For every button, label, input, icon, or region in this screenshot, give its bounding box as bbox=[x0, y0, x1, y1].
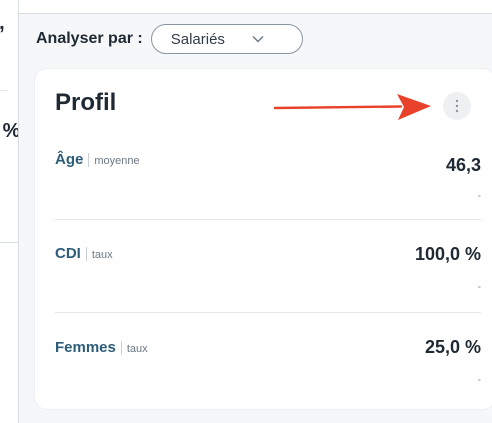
screen: 6, 0 % Analyser par : Salariés Profil bbox=[0, 0, 492, 423]
profile-card: Profil Âge moyenne 46,3 - CDI taux 100,0… bbox=[35, 69, 492, 409]
metric-qualifier: taux bbox=[91, 249, 113, 261]
background-card-value: 6, bbox=[0, 12, 5, 35]
analyse-by-select[interactable]: Salariés bbox=[150, 24, 303, 54]
metric-separator bbox=[120, 340, 122, 355]
filter-label: Analyser par : bbox=[36, 30, 143, 47]
metric-qualifier: moyenne bbox=[94, 155, 140, 167]
analyse-by-selected-value: Salariés bbox=[170, 30, 225, 48]
metric-name-link[interactable]: CDI bbox=[55, 245, 81, 262]
metric-separator bbox=[85, 246, 87, 261]
background-card: 6, 0 % bbox=[0, 0, 20, 243]
metric-label-cdi: CDI taux bbox=[55, 245, 113, 262]
card-title: Profil bbox=[55, 89, 117, 116]
metric-value: 100,0 % bbox=[414, 244, 481, 264]
filter-row: Analyser par : Salariés bbox=[36, 24, 303, 54]
chevron-down-icon bbox=[251, 32, 265, 46]
more-vertical-icon[interactable] bbox=[443, 92, 471, 120]
metric-divider bbox=[55, 312, 481, 313]
metric-qualifier: taux bbox=[126, 343, 148, 355]
metric-delta: - bbox=[477, 190, 481, 202]
metric-separator bbox=[88, 152, 90, 167]
metric-delta: - bbox=[477, 281, 481, 293]
metric-name-link[interactable]: Âge bbox=[55, 151, 83, 168]
metric-value: 25,0 % bbox=[424, 337, 481, 357]
metric-delta: - bbox=[477, 374, 481, 386]
metric-label-femmes: Femmes taux bbox=[55, 339, 148, 356]
background-card-divider bbox=[0, 90, 8, 91]
metric-label-age: Âge moyenne bbox=[55, 151, 140, 168]
metric-divider bbox=[55, 219, 481, 220]
metric-value: 46,3 bbox=[445, 155, 481, 175]
metric-name-link[interactable]: Femmes bbox=[55, 339, 116, 356]
